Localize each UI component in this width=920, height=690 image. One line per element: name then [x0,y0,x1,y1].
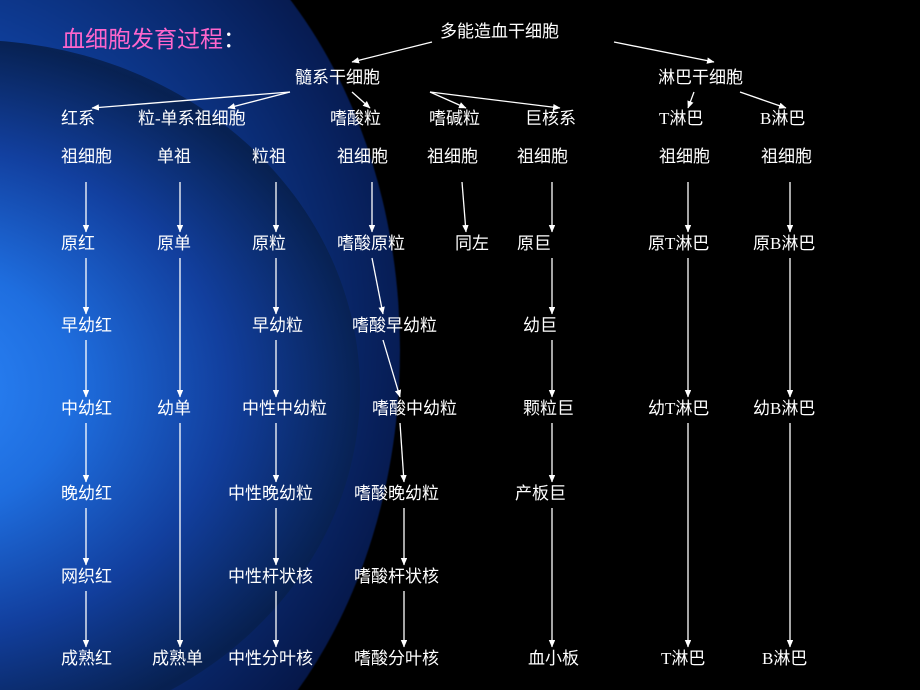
diagram-node-r7c4: 嗜酸杆状核 [354,567,439,586]
diagram-node-r8c3: 中性分叶核 [228,649,313,668]
diagram-node-n0: 多能造血干细胞 [440,22,559,41]
diagram-node-r7c3: 中性杆状核 [228,567,313,586]
diagram-node-r5c3: 中性中幼粒 [242,399,327,418]
diagram-node-r2c8: 祖细胞 [761,147,812,166]
diagram-node-r4c6: 幼巨 [523,316,557,335]
diagram-node-r3c2: 原单 [157,234,191,253]
arrow-layer [82,41,794,648]
diagram-node-r1c1: 红系 [61,109,95,128]
diagram-node-r3c8: 原B淋巴 [753,234,816,253]
arrow-13 [461,181,469,233]
diagram-node-r2c2: 单祖 [157,147,191,166]
diagram-node-r6c3: 中性晚幼粒 [228,484,313,503]
diagram-node-r3c7: 原T淋巴 [648,234,710,253]
arrow-1 [613,41,715,64]
diagram-node-r4c3: 早幼粒 [252,316,303,335]
diagram-node-r6c4: 嗜酸晚幼粒 [354,484,439,503]
diagram-node-r5c8: 幼B淋巴 [753,399,816,418]
diagram-node-r3c3: 原粒 [252,234,286,253]
diagram-node-r3c4: 嗜酸原粒 [337,234,405,253]
diagram-node-r3c1: 原红 [61,234,95,253]
arrow-24 [382,339,402,398]
diagram-node-r2c5: 祖细胞 [427,147,478,166]
diagram-node-r6c1: 晚幼红 [61,484,112,503]
diagram-node-r5c2: 幼单 [157,399,191,418]
diagram-node-r2c1: 祖细胞 [61,147,112,166]
diagram-node-r3c6: 原巨 [517,234,551,253]
arrow-7 [687,91,695,109]
diagram-node-r8c8: B淋巴 [762,649,808,668]
diagram-node-r1c5: 巨核系 [525,109,576,128]
diagram-node-r4c1: 早幼红 [61,316,112,335]
diagram-node-r8c4: 嗜酸分叶核 [354,649,439,668]
diagram-node-r1c7: B淋巴 [760,109,806,128]
diagram-node-r2c6: 祖细胞 [517,147,568,166]
diagram-node-r5c7: 幼T淋巴 [648,399,710,418]
slide-canvas: 血细胞发育过程： 多能造血干细胞 髓系干细胞 淋巴干细胞 红系 粒-单系祖细胞 嗜酸粒 嗜碱… [0,0,920,690]
diagram-node-n1: 髓系干细胞 [295,68,380,87]
diagram-node-n2: 淋巴干细胞 [658,68,743,87]
diagram-node-r7c1: 网织红 [61,567,112,586]
diagram-node-r5c6: 颗粒巨 [523,399,574,418]
diagram-node-r1c6: T淋巴 [659,109,704,128]
diagram-node-r4c4: 嗜酸早幼粒 [352,316,437,335]
edges [82,41,794,648]
arrow-8 [739,91,787,109]
diagram-node-r1c4: 嗜碱粒 [429,109,480,128]
diagram-node-r5c4: 嗜酸中幼粒 [372,399,457,418]
diagram-node-r8c2: 成熟单 [152,649,203,668]
diagram-node-r6c6: 产板巨 [515,484,566,503]
diagram-node-r2c4: 祖细胞 [337,147,388,166]
diagram-node-r2c7: 祖细胞 [659,147,710,166]
arrow-19 [371,257,385,315]
diagram-node-r2c3: 粒祖 [252,147,286,166]
diagram-node-r5c1: 中幼红 [61,399,112,418]
diagram-node-r8c7: T淋巴 [661,649,706,668]
diagram-node-r3c5: 同左 [455,234,489,253]
diagram-node-r1c2: 粒-单系祖细胞 [138,109,246,128]
diagram-node-r8c1: 成熟红 [61,649,112,668]
arrow-0 [351,41,433,64]
diagram-node-r1c3: 嗜酸粒 [330,109,381,128]
diagram-node-r8c6: 血小板 [528,649,579,668]
arrow-4 [351,91,371,109]
arrow-30 [399,422,407,483]
